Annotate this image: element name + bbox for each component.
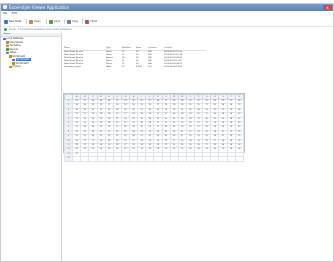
save-icon xyxy=(49,19,53,24)
object-tree: Local Database Data Sheets Templates Report… xyxy=(1,37,61,69)
table-cell: 4,260 xyxy=(136,66,142,68)
sheet-cell[interactable] xyxy=(169,156,179,162)
window-title: Excel-style Viewer Application xyxy=(9,4,70,10)
sheet-cell[interactable] xyxy=(185,156,196,162)
toolbar-button-label: Chart xyxy=(90,20,97,23)
toolbar-button-label: Copy xyxy=(72,20,79,23)
toolbar-separator xyxy=(64,19,65,24)
toolbar-separator xyxy=(82,19,83,24)
object-tree-pane: Objects Local Database Data Sheets Templat… xyxy=(1,33,62,262)
toolbar-button-label: Open xyxy=(34,20,41,23)
app-window: Excel-style Viewer Application x File Edi… xyxy=(0,3,334,262)
status-line: Ready - 5 connections available in the c… xyxy=(4,27,72,32)
sheet-cell[interactable] xyxy=(96,156,106,162)
menu-item-edit[interactable]: Edit xyxy=(12,12,17,15)
chart-icon xyxy=(85,19,89,24)
sheet-cell[interactable] xyxy=(104,156,114,162)
toolbar-button-save[interactable]: Save xyxy=(49,19,60,24)
sheet-cell[interactable] xyxy=(120,156,131,162)
new-data-icon xyxy=(4,19,8,24)
sheet-cell[interactable] xyxy=(80,156,90,162)
sheet-cell[interactable] xyxy=(153,156,163,162)
sheet-cell[interactable] xyxy=(137,156,147,162)
toolbar-button-copy[interactable]: Copy xyxy=(67,19,78,24)
table-cell: Table xyxy=(106,66,112,68)
sheet-table: A B C D E F G H I J K L M N O P Q R S T U 1 22 21 24 26 28 25 23 20 22… xyxy=(63,94,245,162)
sheet-cell[interactable] xyxy=(177,156,187,162)
status-text: Ready - 5 connections available in the c… xyxy=(9,28,72,31)
close-button[interactable]: x xyxy=(323,5,332,10)
toolbar-separator xyxy=(46,19,47,24)
menu-bar: File Edit xyxy=(1,12,333,16)
sheet-cell[interactable] xyxy=(88,156,98,162)
sheet-cell[interactable] xyxy=(226,156,236,162)
spreadsheet-grid[interactable]: A B C D E F G H I J K L M N O P Q R S T U 1 22 21 24 26 28 25 23 20 22… xyxy=(63,93,245,162)
file-list: Name Type Modified Rows Columns Created Data S… xyxy=(63,47,333,69)
sheet-cell[interactable] xyxy=(72,156,82,162)
table-cell: Summary_report xyxy=(64,66,81,68)
sheet-cell[interactable] xyxy=(218,156,228,162)
table-cell: 210 xyxy=(148,66,152,68)
sheet-cell[interactable] xyxy=(210,156,220,162)
table-row[interactable]: Summary_report Table 12 4,260 210 2023-03-03 … xyxy=(63,66,205,69)
sheet-cell[interactable] xyxy=(161,156,171,162)
toolbar: New Data Open Save Copy Chart xyxy=(1,17,333,27)
folder-icon xyxy=(9,65,12,68)
status-ok-icon xyxy=(4,28,7,31)
row-number: 14 xyxy=(63,156,74,162)
table-cell: 12 xyxy=(122,66,125,68)
table-cell: 2023-03-03 14:55 xyxy=(164,66,183,68)
toolbar-button-new-data[interactable]: New Data xyxy=(4,19,21,24)
open-icon xyxy=(29,19,33,24)
menu-item-file[interactable]: File xyxy=(3,12,7,15)
toolbar-separator xyxy=(26,19,27,24)
sheet-cell[interactable] xyxy=(193,156,204,162)
sheet-cell[interactable] xyxy=(128,156,139,162)
toolbar-button-chart[interactable]: Chart xyxy=(85,19,97,24)
toolbar-button-label: Save xyxy=(54,20,61,23)
tree-node-label: Archive xyxy=(12,65,21,69)
file-list-table: Name Type Modified Rows Columns Created Data S… xyxy=(63,47,205,69)
title-bar[interactable]: Excel-style Viewer Application x xyxy=(1,4,333,11)
sheet-cell[interactable] xyxy=(234,156,245,162)
toolbar-button-open[interactable]: Open xyxy=(29,19,41,24)
tree-node[interactable]: Archive xyxy=(1,65,61,69)
sheet-cell[interactable] xyxy=(112,156,122,162)
toolbar-button-label: New Data xyxy=(9,20,22,23)
copy-icon xyxy=(67,19,71,24)
sheet-cell[interactable] xyxy=(145,156,155,162)
sheet-row: 14 xyxy=(63,156,245,162)
app-icon xyxy=(3,5,7,9)
sheet-cell[interactable] xyxy=(202,156,212,162)
